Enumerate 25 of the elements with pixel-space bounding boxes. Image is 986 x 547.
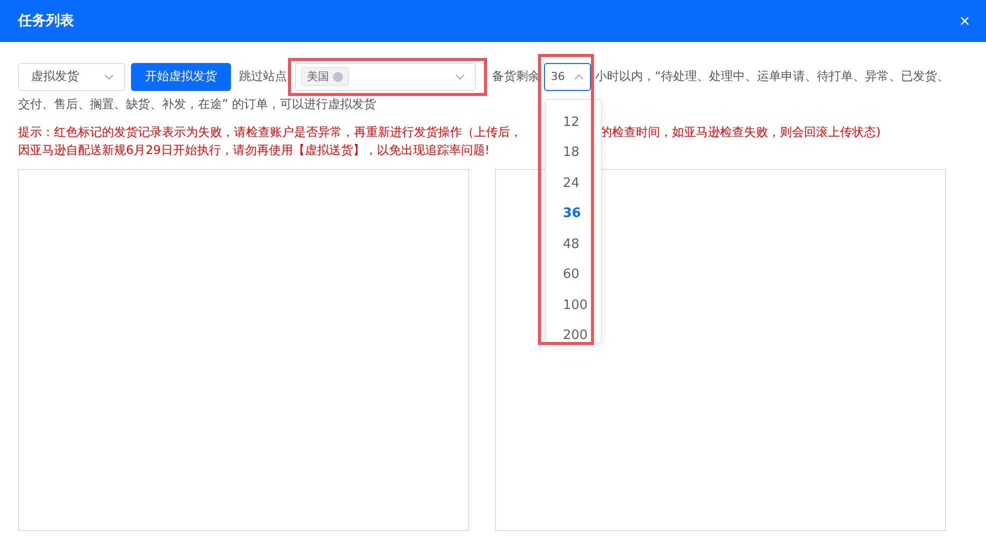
- chevron-icon: [455, 74, 465, 80]
- dropdown-option[interactable]: 100: [546, 290, 601, 322]
- mode-select[interactable]: 虚拟发货: [18, 62, 125, 91]
- stock-label: 备货剩余: [492, 69, 540, 83]
- dropdown-option[interactable]: 18: [546, 138, 601, 169]
- dropdown-option[interactable]: 12: [546, 108, 601, 138]
- dropdown-option[interactable]: 48: [546, 230, 601, 260]
- skip-site-label: 跳过站点: [239, 69, 287, 83]
- description-text: 交付、售后、搁置、缺货、补发，在途” 的订单，可以进行虚拟发货: [18, 96, 378, 113]
- chevron-icon: [104, 74, 114, 80]
- dropdown-option[interactable]: 36: [546, 199, 601, 230]
- dropdown-option[interactable]: 24: [546, 168, 601, 200]
- site-tag[interactable]: 美国: [301, 67, 349, 86]
- description-text: 小时以内，“待处理、处理中、运单申请、待打单、异常、已发货、: [594, 69, 950, 83]
- close-button[interactable]: ×: [955, 10, 974, 32]
- dropdown-option[interactable]: 60: [546, 260, 601, 291]
- hint-text: 因亚马逊自配送新规6月29日开始执行，请勿再使用【虚拟送货】，以免出现追踪率问题!: [18, 142, 490, 159]
- dropdown-option[interactable]: 200: [546, 321, 601, 342]
- dialog-title: 任务列表: [18, 12, 74, 30]
- site-select[interactable]: 美国: [295, 62, 476, 91]
- hint-text: 提示：红色标记的发货记录表示为失败，请检查账户是否异常，再重新进行发货操作（上传后，: [18, 124, 522, 141]
- hours-select[interactable]: 36: [544, 62, 591, 91]
- start-button[interactable]: 开始虚拟发货: [131, 62, 231, 91]
- remove-icon[interactable]: [333, 72, 343, 82]
- chevron-icon: [574, 74, 584, 80]
